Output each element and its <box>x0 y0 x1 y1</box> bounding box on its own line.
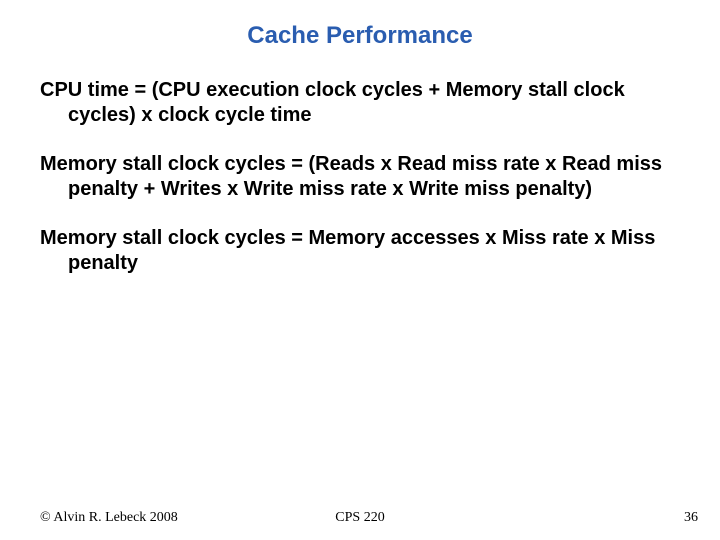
slide-title: Cache Performance <box>40 22 680 50</box>
paragraph-text: Memory stall clock cycles = (Reads x Rea… <box>40 153 662 200</box>
footer-page-number: 36 <box>684 510 698 526</box>
paragraph-text: Memory stall clock cycles = Memory acces… <box>40 227 655 274</box>
footer-copyright: © Alvin R. Lebeck 2008 <box>40 510 178 526</box>
paragraph-1: CPU time = (CPU execution clock cycles +… <box>40 78 670 128</box>
paragraph-2: Memory stall clock cycles = (Reads x Rea… <box>40 152 670 202</box>
paragraph-text: CPU time = (CPU execution clock cycles +… <box>40 79 625 126</box>
slide-container: Cache Performance CPU time = (CPU execut… <box>0 0 720 540</box>
slide-body: CPU time = (CPU execution clock cycles +… <box>40 78 680 276</box>
paragraph-3: Memory stall clock cycles = Memory acces… <box>40 226 670 276</box>
footer-course: CPS 220 <box>335 510 384 526</box>
